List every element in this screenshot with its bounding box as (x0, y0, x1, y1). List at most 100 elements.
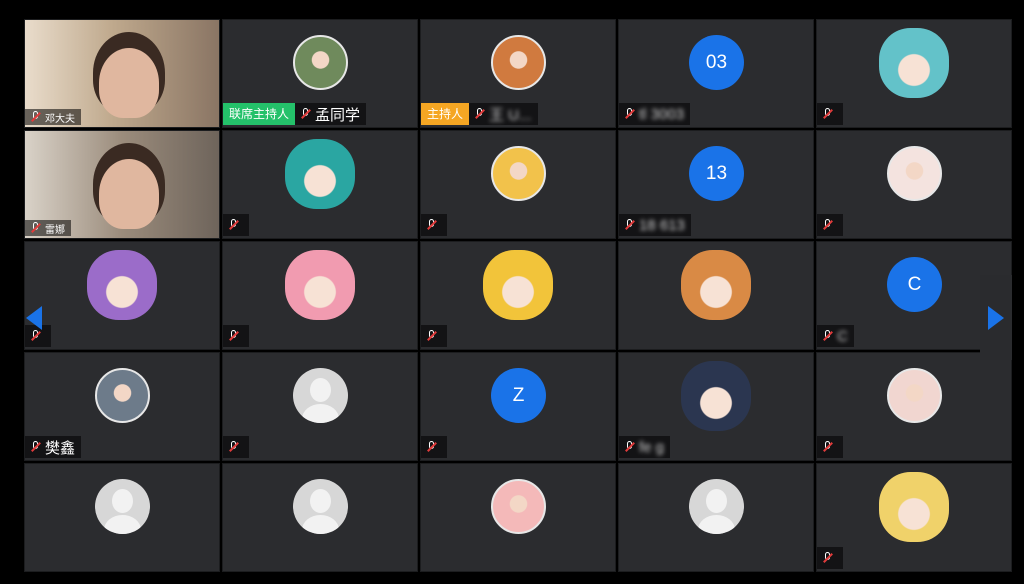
participant-tile[interactable] (816, 19, 1012, 128)
mic-muted-icon (821, 551, 834, 565)
avatar-image (87, 250, 157, 320)
avatar-image (681, 361, 751, 431)
participant-tile[interactable]: 雷娜 (24, 130, 220, 239)
participant-name: 孟同学 (315, 106, 361, 124)
initials-avatar: 03 (689, 35, 744, 90)
participant-name-bar: 18 613 (619, 214, 691, 236)
participant-tile[interactable]: 主持人 王 U... (420, 19, 616, 128)
participant-name-bar (817, 547, 843, 569)
participant-name-bar (817, 436, 843, 458)
mic-muted-icon (227, 218, 240, 232)
avatar-image (95, 368, 150, 423)
participant-tile[interactable] (222, 130, 418, 239)
next-page-button[interactable] (980, 275, 1012, 360)
participant-name: 雷娜 (45, 224, 65, 236)
participant-name-bar (421, 325, 447, 347)
participant-name-bar: 邓大夫 (25, 109, 81, 125)
participant-name-bar: 雷娜 (25, 220, 71, 236)
mic-muted-icon (623, 107, 636, 121)
avatar-image (491, 35, 546, 90)
initials-avatar: C (887, 257, 942, 312)
participant-tile[interactable] (816, 352, 1012, 461)
participant-name: 邓大夫 (45, 113, 75, 125)
avatar-initials: 03 (705, 51, 728, 73)
default-user-icon (293, 368, 348, 423)
participant-name-bar: C (817, 325, 854, 347)
avatar-initials: Z (512, 384, 525, 406)
participant-name: C (837, 327, 848, 345)
participant-tile[interactable]: 03 tl 3003 (618, 19, 814, 128)
participant-name-bar (223, 214, 249, 236)
participant-name-bar: tl 3003 (619, 103, 691, 125)
participant-name-bar (817, 214, 843, 236)
participant-tile[interactable] (816, 130, 1012, 239)
participant-name-bar (421, 436, 447, 458)
participant-name-bar (223, 325, 249, 347)
participant-tile[interactable]: fe g (618, 352, 814, 461)
default-user-icon (293, 479, 348, 534)
participant-name: fe g (639, 438, 665, 456)
participant-name: 18 613 (639, 216, 685, 234)
participant-name-bar: 主持人 王 U... (421, 103, 538, 125)
initials-avatar: 13 (689, 146, 744, 201)
participant-tile[interactable]: 联席主持人 孟同学 (222, 19, 418, 128)
avatar-image (293, 35, 348, 90)
participant-name-bar: 樊鑫 (25, 436, 82, 458)
participant-tile[interactable] (222, 463, 418, 572)
initials-avatar: Z (491, 368, 546, 423)
host-badge: 主持人 (421, 103, 470, 125)
default-user-icon (95, 479, 150, 534)
participant-tile[interactable] (618, 463, 814, 572)
avatar-image (681, 250, 751, 320)
default-user-icon (689, 479, 744, 534)
participant-name-bar (421, 214, 447, 236)
chevron-left-icon (26, 305, 42, 330)
participant-tile[interactable]: 13 18 613 (618, 130, 814, 239)
participant-tile[interactable]: 樊鑫 (24, 352, 220, 461)
avatar-image (887, 146, 942, 201)
avatar-initials: C (907, 273, 922, 295)
participant-tile[interactable] (222, 352, 418, 461)
participant-grid: 邓大夫 联席主持人 孟同学 主持人 王 U... 03 tl 3003 雷娜 13 18 613 C… (24, 19, 1012, 572)
previous-page-button[interactable] (24, 275, 44, 360)
mic-muted-icon (623, 218, 636, 232)
mic-muted-icon (29, 110, 42, 124)
avatar-image (285, 139, 355, 209)
participant-tile[interactable] (24, 463, 220, 572)
participant-tile[interactable] (618, 241, 814, 350)
avatar-image (491, 146, 546, 201)
participant-name-bar (223, 436, 249, 458)
chevron-right-icon (988, 305, 1004, 330)
participant-name-bar: 联席主持人 孟同学 (223, 103, 367, 125)
participant-name: tl 3003 (639, 105, 685, 123)
participant-tile[interactable] (420, 241, 616, 350)
cohost-badge: 联席主持人 (223, 103, 296, 125)
avatar-initials: 13 (705, 162, 728, 184)
participant-name: 樊鑫 (45, 439, 76, 457)
mic-muted-icon (425, 440, 438, 454)
mic-muted-icon (821, 218, 834, 232)
avatar-image (285, 250, 355, 320)
participant-video (99, 159, 159, 229)
participant-tile[interactable] (420, 463, 616, 572)
participant-tile[interactable] (222, 241, 418, 350)
mic-muted-icon (299, 107, 312, 121)
mic-muted-icon (821, 440, 834, 454)
mic-muted-icon (425, 329, 438, 343)
avatar-image (879, 472, 949, 542)
participant-tile[interactable] (420, 130, 616, 239)
mic-muted-icon (821, 107, 834, 121)
mic-muted-icon (227, 440, 240, 454)
participant-tile[interactable] (24, 241, 220, 350)
participant-tile[interactable]: 邓大夫 (24, 19, 220, 128)
mic-muted-icon (473, 107, 486, 121)
participant-tile[interactable]: Z (420, 352, 616, 461)
avatar-image (879, 28, 949, 98)
mic-muted-icon (425, 218, 438, 232)
participant-tile[interactable] (816, 463, 1012, 572)
mic-muted-icon (29, 221, 42, 235)
mic-muted-icon (623, 440, 636, 454)
avatar-image (483, 250, 553, 320)
mic-muted-icon (821, 329, 834, 343)
participant-name-bar (817, 103, 843, 125)
